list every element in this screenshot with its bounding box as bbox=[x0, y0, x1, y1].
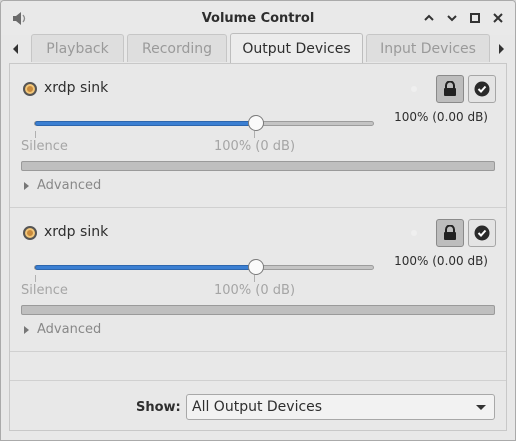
scale-tick-silence bbox=[35, 275, 36, 282]
divider bbox=[10, 351, 506, 352]
lock-icon bbox=[444, 225, 456, 240]
audio-card-icon bbox=[23, 82, 37, 96]
chevron-down-icon[interactable] bbox=[445, 11, 459, 25]
maximize-icon[interactable] bbox=[468, 11, 482, 25]
scale-label-silence: Silence bbox=[21, 139, 68, 154]
device-list[interactable]: xrdp sink 100% (0.00 dB) Silence 100% (0… bbox=[9, 63, 507, 431]
tab-scroll-left-icon[interactable] bbox=[9, 40, 23, 58]
volume-slider-fill bbox=[35, 265, 257, 270]
advanced-expander[interactable]: Advanced bbox=[24, 322, 101, 337]
audio-card-icon bbox=[23, 226, 37, 240]
lock-icon bbox=[444, 81, 456, 96]
show-filter-select[interactable]: All Output Devices bbox=[186, 394, 495, 420]
volume-value: 100% (0.00 dB) bbox=[394, 110, 488, 124]
scale-tick-silence bbox=[35, 131, 36, 138]
set-default-button[interactable] bbox=[468, 219, 496, 247]
level-meter bbox=[21, 305, 495, 315]
minimize-icon[interactable] bbox=[422, 11, 436, 25]
divider bbox=[10, 380, 506, 381]
window-title: Volume Control bbox=[201, 11, 315, 26]
scale-label-silence: Silence bbox=[21, 283, 68, 298]
peak-indicator bbox=[411, 230, 417, 236]
tab-recording[interactable]: Recording bbox=[127, 34, 227, 62]
volume-slider[interactable] bbox=[34, 121, 374, 126]
tab-bar: Playback Recording Output Devices Input … bbox=[1, 33, 515, 63]
advanced-label: Advanced bbox=[37, 322, 102, 337]
scale-tick-100 bbox=[254, 131, 255, 138]
device-name: xrdp sink bbox=[44, 224, 109, 240]
chevron-down-icon bbox=[476, 405, 486, 410]
scale-label-100: 100% (0 dB) bbox=[214, 139, 296, 154]
advanced-label: Advanced bbox=[37, 178, 102, 193]
volume-value: 100% (0.00 dB) bbox=[394, 254, 488, 268]
volume-slider-knob[interactable] bbox=[248, 115, 264, 131]
device-entry: xrdp sink 100% (0.00 dB) Silence 100% (0… bbox=[10, 208, 506, 352]
lock-channels-button[interactable] bbox=[436, 219, 464, 247]
show-filter-value: All Output Devices bbox=[192, 399, 323, 415]
volume-slider-fill bbox=[35, 121, 257, 126]
tab-output-devices[interactable]: Output Devices bbox=[230, 33, 363, 63]
check-icon bbox=[474, 81, 490, 97]
volume-control-window: Volume Control Playback Recording Output… bbox=[0, 0, 516, 441]
volume-slider-knob[interactable] bbox=[248, 259, 264, 275]
tab-playback[interactable]: Playback bbox=[31, 34, 124, 62]
device-name: xrdp sink bbox=[44, 80, 109, 96]
tab-input-devices[interactable]: Input Devices bbox=[366, 34, 490, 62]
show-label: Show: bbox=[136, 400, 181, 415]
set-default-button[interactable] bbox=[468, 75, 496, 103]
device-entry: xrdp sink 100% (0.00 dB) Silence 100% (0… bbox=[10, 64, 506, 208]
volume-slider[interactable] bbox=[34, 265, 374, 270]
lock-channels-button[interactable] bbox=[436, 75, 464, 103]
scale-label-100: 100% (0 dB) bbox=[214, 283, 296, 298]
expander-arrow-icon bbox=[24, 181, 29, 190]
scale-tick-100 bbox=[254, 275, 255, 282]
close-icon[interactable] bbox=[491, 11, 505, 25]
advanced-expander[interactable]: Advanced bbox=[24, 178, 101, 193]
expander-arrow-icon bbox=[24, 325, 29, 334]
title-bar[interactable]: Volume Control bbox=[1, 1, 515, 35]
level-meter bbox=[21, 161, 495, 171]
peak-indicator bbox=[411, 86, 417, 92]
check-icon bbox=[474, 225, 490, 241]
tab-scroll-right-icon[interactable] bbox=[494, 40, 508, 58]
